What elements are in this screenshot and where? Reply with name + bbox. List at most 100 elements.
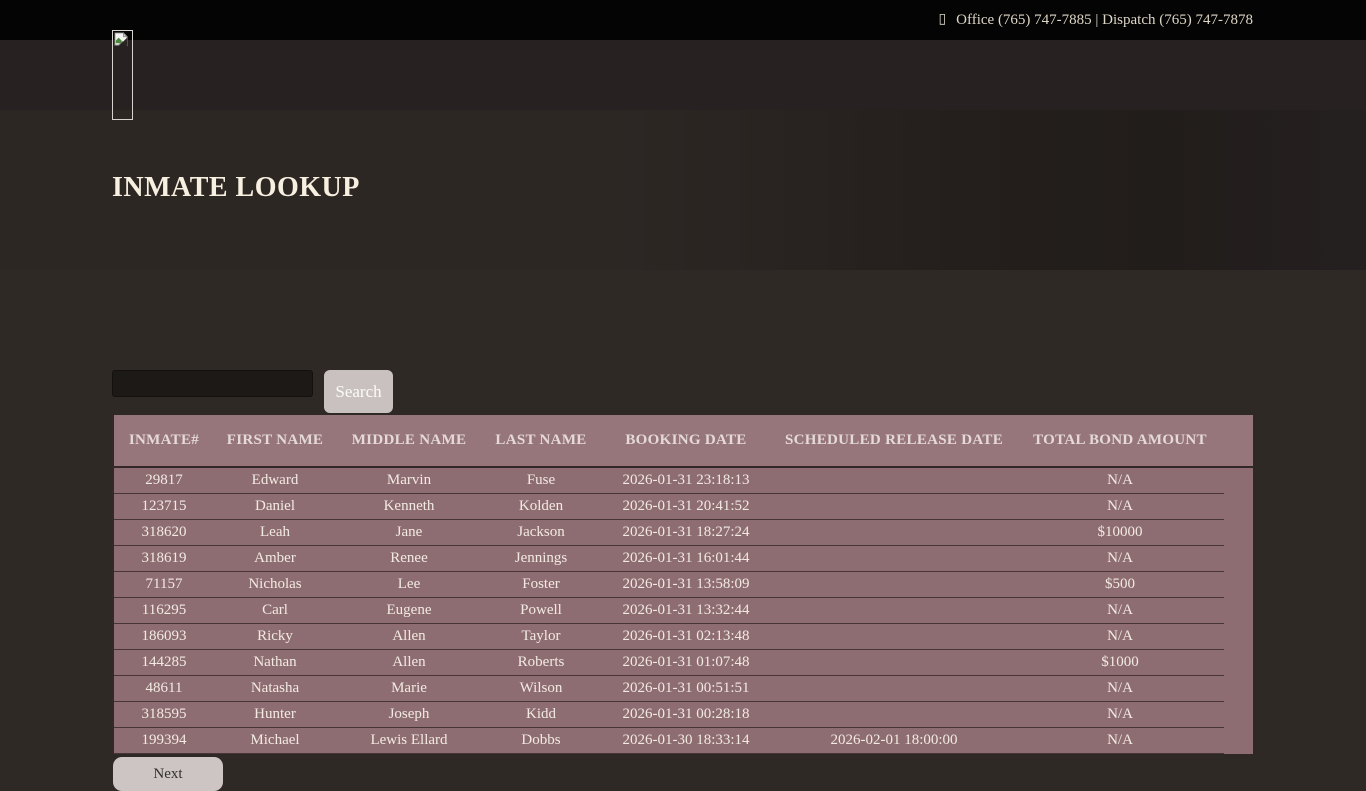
table-cell: Renee: [336, 546, 482, 572]
page-title: INMATE LOOKUP: [112, 172, 360, 204]
table-cell: 318620: [114, 520, 214, 546]
table-cell: 2026-01-30 18:33:14: [600, 728, 772, 754]
inmate-table: INMATE#FIRST NAMEMIDDLE NAMELAST NAMEBOO…: [114, 415, 1224, 754]
table-cell: Lee: [336, 572, 482, 598]
search-button[interactable]: Search: [324, 370, 393, 413]
topbar-contact-text: Office (765) 747-7885 | Dispatch (765) 7…: [956, 12, 1253, 28]
table-row[interactable]: 318619AmberReneeJennings2026-01-31 16:01…: [114, 546, 1224, 572]
topbar: ▯ Office (765) 747-7885 | Dispatch (765) …: [0, 0, 1366, 40]
table-row[interactable]: 318620LeahJaneJackson2026-01-31 18:27:24…: [114, 520, 1224, 546]
table-cell: 2026-01-31 18:27:24: [600, 520, 772, 546]
table-cell: Jane: [336, 520, 482, 546]
table-cell: Michael: [214, 728, 336, 754]
table-cell: Kidd: [482, 702, 600, 728]
table-cell: [772, 494, 1016, 520]
table-cell: 186093: [114, 624, 214, 650]
table-cell: 2026-01-31 02:13:48: [600, 624, 772, 650]
table-cell: Natasha: [214, 676, 336, 702]
table-cell: Nathan: [214, 650, 336, 676]
pagination-next-button[interactable]: Next: [113, 757, 223, 791]
table-cell: Eugene: [336, 598, 482, 624]
table-cell: N/A: [1016, 702, 1224, 728]
table-cell: 116295: [114, 598, 214, 624]
search-input[interactable]: [112, 370, 313, 397]
table-cell: Jennings: [482, 546, 600, 572]
table-cell: Lewis Ellard: [336, 728, 482, 754]
table-cell: Amber: [214, 546, 336, 572]
table-cell: Ricky: [214, 624, 336, 650]
table-cell: 71157: [114, 572, 214, 598]
table-cell: Daniel: [214, 494, 336, 520]
table-cell: Fuse: [482, 467, 600, 494]
table-cell: Marvin: [336, 467, 482, 494]
table-row[interactable]: 71157NicholasLeeFoster2026-01-31 13:58:0…: [114, 572, 1224, 598]
table-cell: N/A: [1016, 494, 1224, 520]
table-cell: N/A: [1016, 728, 1224, 754]
table-row[interactable]: 318595HunterJosephKidd2026-01-31 00:28:1…: [114, 702, 1224, 728]
table-cell: N/A: [1016, 676, 1224, 702]
table-cell: 318619: [114, 546, 214, 572]
table-cell: [772, 650, 1016, 676]
table-cell: Joseph: [336, 702, 482, 728]
table-cell: Wilson: [482, 676, 600, 702]
table-cell: 2026-02-01 18:00:00: [772, 728, 1016, 754]
table-row[interactable]: 29817EdwardMarvinFuse2026-01-31 23:18:13…: [114, 467, 1224, 494]
table-cell: N/A: [1016, 546, 1224, 572]
table-cell: N/A: [1016, 598, 1224, 624]
table-cell: 144285: [114, 650, 214, 676]
table-cell: Allen: [336, 650, 482, 676]
table-cell: 2026-01-31 13:32:44: [600, 598, 772, 624]
table-cell: 29817: [114, 467, 214, 494]
table-cell: N/A: [1016, 624, 1224, 650]
table-cell: [772, 702, 1016, 728]
table-cell: Kolden: [482, 494, 600, 520]
table-cell: Leah: [214, 520, 336, 546]
table-cell: 2026-01-31 13:58:09: [600, 572, 772, 598]
table-row[interactable]: 186093RickyAllenTaylor2026-01-31 02:13:4…: [114, 624, 1224, 650]
column-header: BOOKING DATE: [600, 415, 772, 467]
table-header-row: INMATE#FIRST NAMEMIDDLE NAMELAST NAMEBOO…: [114, 415, 1224, 467]
table-cell: [772, 598, 1016, 624]
table-cell: 123715: [114, 494, 214, 520]
table-cell: Jackson: [482, 520, 600, 546]
table-body: 29817EdwardMarvinFuse2026-01-31 23:18:13…: [114, 467, 1224, 754]
table-cell: Carl: [214, 598, 336, 624]
site-logo[interactable]: [112, 30, 133, 120]
table-cell: Powell: [482, 598, 600, 624]
table-cell: [772, 467, 1016, 494]
table-cell: [772, 676, 1016, 702]
table-cell: Nicholas: [214, 572, 336, 598]
table-cell: Taylor: [482, 624, 600, 650]
column-header: TOTAL BOND AMOUNT: [1016, 415, 1224, 467]
table-row[interactable]: 123715DanielKennethKolden2026-01-31 20:4…: [114, 494, 1224, 520]
table-cell: $500: [1016, 572, 1224, 598]
table-cell: Foster: [482, 572, 600, 598]
nav-band: [0, 40, 1366, 110]
table-cell: 2026-01-31 20:41:52: [600, 494, 772, 520]
column-header: LAST NAME: [482, 415, 600, 467]
inmate-table-container: INMATE#FIRST NAMEMIDDLE NAMELAST NAMEBOO…: [112, 415, 1253, 754]
table-cell: Dobbs: [482, 728, 600, 754]
table-cell: Edward: [214, 467, 336, 494]
table-cell: Roberts: [482, 650, 600, 676]
table-cell: [772, 520, 1016, 546]
table-cell: Kenneth: [336, 494, 482, 520]
column-header: FIRST NAME: [214, 415, 336, 467]
column-header: INMATE#: [114, 415, 214, 467]
table-cell: 2026-01-31 00:51:51: [600, 676, 772, 702]
table-cell: Marie: [336, 676, 482, 702]
table-cell: 2026-01-31 01:07:48: [600, 650, 772, 676]
table-cell: [772, 546, 1016, 572]
table-cell: Allen: [336, 624, 482, 650]
table-row[interactable]: 48611NatashaMarieWilson2026-01-31 00:51:…: [114, 676, 1224, 702]
table-cell: $10000: [1016, 520, 1224, 546]
table-cell: [772, 624, 1016, 650]
table-cell: 2026-01-31 00:28:18: [600, 702, 772, 728]
phone-icon: ▯: [938, 0, 946, 40]
table-cell: $1000: [1016, 650, 1224, 676]
table-row[interactable]: 116295CarlEugenePowell2026-01-31 13:32:4…: [114, 598, 1224, 624]
table-cell: Hunter: [214, 702, 336, 728]
table-row[interactable]: 199394MichaelLewis EllardDobbs2026-01-30…: [114, 728, 1224, 754]
table-row[interactable]: 144285NathanAllenRoberts2026-01-31 01:07…: [114, 650, 1224, 676]
column-header: MIDDLE NAME: [336, 415, 482, 467]
